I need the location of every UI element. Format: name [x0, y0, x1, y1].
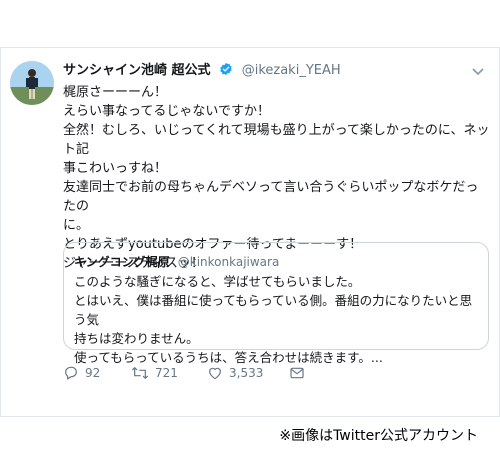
tweet-line: 友達同士でお前の母ちゃんデベソって言い合うぐらいポップなボケだったの [63, 180, 479, 214]
quoted-tweet-text: このような騒ぎになると、学ばせてもらいました。 とはいえ、僕は番組に使ってもらっ… [74, 272, 478, 367]
tweet-line: 事こわいっすね！ [63, 161, 168, 176]
retweet-button[interactable]: 721 [131, 365, 207, 381]
quoted-handle: @kinkonkajiwara [177, 255, 280, 269]
handle[interactable]: @ikezaki_YEAH [242, 63, 341, 78]
tweet-line: えらい事なってるじゃないですか！ [63, 104, 270, 119]
reply-button[interactable]: 92 [63, 365, 131, 381]
tweet-line: に。 [63, 218, 90, 233]
display-name[interactable]: サンシャイン池崎 超公式 [63, 63, 211, 78]
verified-badge-icon [219, 61, 233, 80]
quoted-line: このような騒ぎになると、学ばせてもらいました。 [74, 274, 361, 289]
quoted-line: とはいえ、僕は番組に使ってもらっている側。番組の力になりたいと思う気 [74, 293, 473, 327]
tweet-actions: 92 721 3,533 [63, 363, 305, 383]
envelope-icon [290, 367, 304, 379]
tweet-line: 全然！むしろ、いじってくれて現場も盛り上がって楽しかったのに、ネット記 [63, 123, 490, 157]
tweet-header: サンシャイン池崎 超公式 @ikezaki_YEAH [63, 59, 459, 79]
avatar[interactable] [10, 61, 54, 105]
direct-message-button[interactable] [289, 365, 305, 381]
like-button[interactable]: 3,533 [207, 365, 289, 381]
image-credit-caption: ※画像はTwitter公式アカウント [279, 428, 478, 444]
quoted-tweet[interactable]: キングコング梶原 @kinkonkajiwara このような騒ぎになると、学ばせ… [63, 242, 489, 365]
reply-count: 92 [85, 366, 101, 380]
like-count: 3,533 [229, 366, 264, 380]
tweet-card: サンシャイン池崎 超公式 @ikezaki_YEAH 梶原さーーーん！ えらい事… [0, 47, 500, 417]
quoted-tweet-header: キングコング梶原 @kinkonkajiwara [74, 251, 478, 271]
quoted-display-name: キングコング梶原 [74, 255, 170, 269]
retweet-icon [131, 366, 149, 380]
reply-icon [65, 366, 77, 380]
quoted-line: 持ちは変わりません。 [74, 331, 199, 346]
retweet-count: 721 [155, 366, 178, 380]
heart-icon [209, 367, 221, 380]
chevron-down-icon[interactable] [471, 62, 485, 76]
tweet-line: 梶原さーーーん！ [63, 85, 168, 100]
